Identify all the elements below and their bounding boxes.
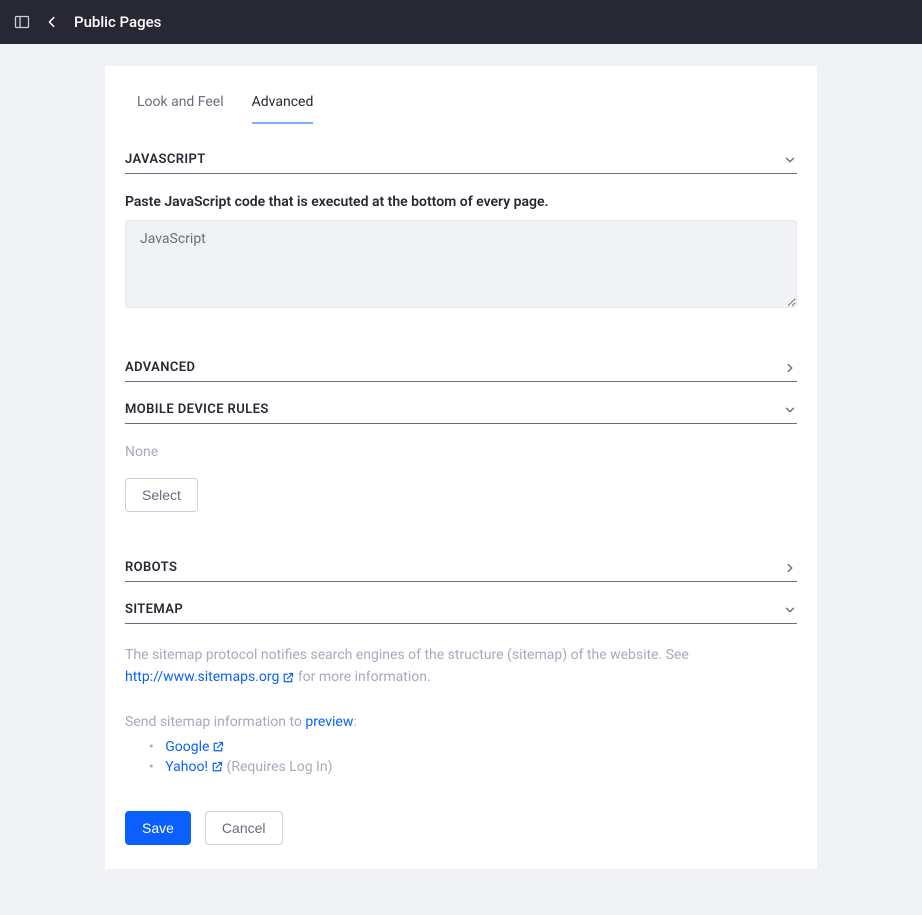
javascript-textarea[interactable] (125, 220, 797, 308)
select-button[interactable]: Select (125, 478, 198, 512)
mobile-none-text: None (125, 444, 797, 460)
section-title-sitemap: SITEMAP (125, 602, 183, 617)
sitemaps-org-link-text: http://www.sitemaps.org (125, 666, 279, 688)
external-link-icon (212, 741, 224, 753)
list-item: Google (149, 739, 797, 755)
chevron-right-icon (783, 561, 797, 575)
yahoo-link[interactable]: Yahoo! (165, 759, 223, 775)
sitemap-send-line: Send sitemap information to preview: (125, 711, 797, 733)
form-actions: Save Cancel (125, 811, 797, 845)
external-link-icon (211, 761, 223, 773)
section-title-mobile: MOBILE DEVICE RULES (125, 402, 269, 417)
topbar: Public Pages (0, 0, 922, 44)
list-item: Yahoo! (Requires Log In) (149, 759, 797, 775)
sitemap-desc-suffix: for more information. (298, 669, 431, 685)
page-title: Public Pages (74, 13, 161, 31)
chevron-down-icon (783, 603, 797, 617)
sitemaps-org-link[interactable]: http://www.sitemaps.org (125, 666, 294, 688)
sitemap-description: The sitemap protocol notifies search eng… (125, 644, 797, 689)
chevron-down-icon (783, 153, 797, 167)
save-button[interactable]: Save (125, 811, 191, 845)
section-header-robots[interactable]: ROBOTS (125, 560, 797, 582)
section-title-robots: ROBOTS (125, 560, 177, 575)
sitemap-send-prefix: Send sitemap information to (125, 714, 305, 730)
main-panel: Look and Feel Advanced JAVASCRIPT Paste … (105, 66, 817, 869)
tab-look-and-feel[interactable]: Look and Feel (137, 94, 224, 124)
back-icon[interactable] (44, 14, 60, 30)
section-header-mobile[interactable]: MOBILE DEVICE RULES (125, 402, 797, 424)
google-link[interactable]: Google (165, 739, 224, 755)
google-link-text: Google (165, 739, 209, 755)
sitemap-engine-list: Google Yahoo! (149, 739, 797, 775)
javascript-field-label: Paste JavaScript code that is executed a… (125, 194, 797, 210)
section-title-javascript: JAVASCRIPT (125, 152, 206, 167)
chevron-down-icon (783, 403, 797, 417)
section-header-advanced[interactable]: ADVANCED (125, 360, 797, 382)
preview-link[interactable]: preview (305, 714, 353, 730)
external-link-icon (282, 672, 294, 684)
tab-advanced[interactable]: Advanced (252, 94, 314, 124)
section-header-sitemap[interactable]: SITEMAP (125, 602, 797, 624)
tabs: Look and Feel Advanced (125, 94, 797, 124)
sitemap-send-suffix: : (353, 714, 356, 730)
yahoo-note: (Requires Log In) (227, 759, 333, 775)
section-title-advanced: ADVANCED (125, 360, 195, 375)
section-header-javascript[interactable]: JAVASCRIPT (125, 152, 797, 174)
chevron-right-icon (783, 361, 797, 375)
sitemap-desc-prefix: The sitemap protocol notifies search eng… (125, 647, 689, 663)
panel-toggle-icon[interactable] (14, 14, 30, 30)
cancel-button[interactable]: Cancel (205, 811, 283, 845)
yahoo-link-text: Yahoo! (165, 759, 208, 775)
